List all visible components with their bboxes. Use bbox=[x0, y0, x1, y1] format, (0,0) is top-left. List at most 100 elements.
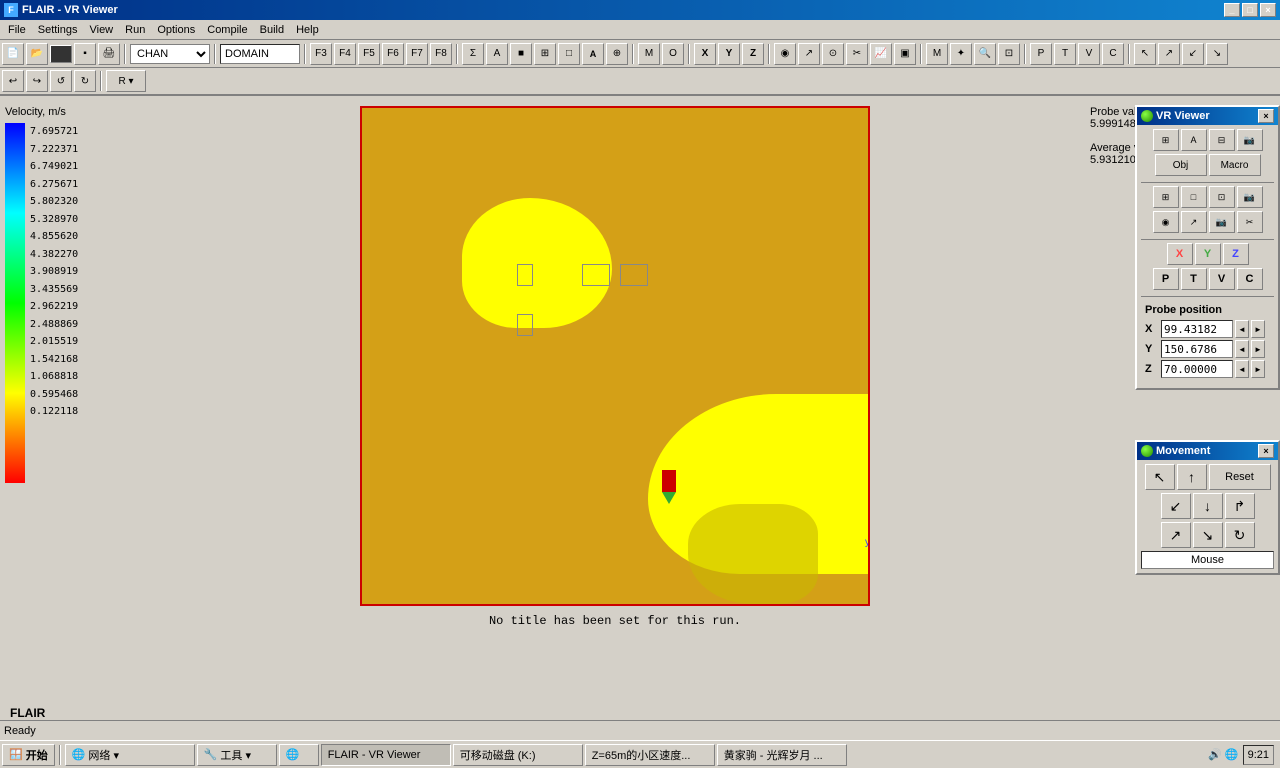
tb-cross[interactable]: ⊕ bbox=[606, 43, 628, 65]
menu-run[interactable]: Run bbox=[119, 22, 151, 38]
mv-ul-btn[interactable]: ↖ bbox=[1145, 464, 1175, 490]
mv-diagr-btn[interactable]: ↘ bbox=[1193, 522, 1223, 548]
menu-view[interactable]: View bbox=[83, 22, 119, 38]
probe-y-input[interactable] bbox=[1161, 340, 1233, 358]
vr-t-btn[interactable]: T bbox=[1181, 268, 1207, 290]
mv-reset-btn[interactable]: Reset bbox=[1209, 464, 1271, 490]
vr-btn-cam2[interactable]: 📷 bbox=[1237, 186, 1263, 208]
vr-btn-sq1[interactable]: ⊞ bbox=[1153, 186, 1179, 208]
window-controls[interactable]: _ □ × bbox=[1224, 3, 1276, 17]
vr-btn-obj[interactable]: Obj bbox=[1155, 154, 1207, 176]
tb-cut[interactable]: ✂ bbox=[846, 43, 868, 65]
menu-compile[interactable]: Compile bbox=[201, 22, 253, 38]
mv-down-btn[interactable]: ↓ bbox=[1193, 493, 1223, 519]
probe-z-inc[interactable]: ► bbox=[1251, 360, 1265, 378]
tb-ur[interactable]: ↗ bbox=[1158, 43, 1180, 65]
tb-dl[interactable]: ↙ bbox=[1182, 43, 1204, 65]
tb-c[interactable]: C bbox=[1102, 43, 1124, 65]
vr-btn-cam3[interactable]: 📷 bbox=[1209, 211, 1235, 233]
tb-z[interactable]: Z bbox=[742, 43, 764, 65]
tb2-rot-cw[interactable]: ↻ bbox=[74, 70, 96, 92]
tb-search[interactable]: 🔍 bbox=[974, 43, 996, 65]
start-button[interactable]: 🪟 开始 bbox=[2, 744, 55, 766]
vr-v-btn[interactable]: V bbox=[1209, 268, 1235, 290]
probe-x-dec[interactable]: ◄ bbox=[1235, 320, 1249, 338]
probe-y-inc[interactable]: ► bbox=[1251, 340, 1265, 358]
tb-circ[interactable]: ⊙ bbox=[822, 43, 844, 65]
probe-z-input[interactable] bbox=[1161, 360, 1233, 378]
tb2-undo[interactable]: ↩ bbox=[2, 70, 24, 92]
vr-btn-minus[interactable]: ⊟ bbox=[1209, 129, 1235, 151]
tb-m2[interactable]: M bbox=[926, 43, 948, 65]
tb-chart[interactable]: 📈 bbox=[870, 43, 892, 65]
tb-f8[interactable]: F8 bbox=[430, 43, 452, 65]
probe-y-dec[interactable]: ◄ bbox=[1235, 340, 1249, 358]
tb-sq2[interactable]: □ bbox=[558, 43, 580, 65]
minimize-button[interactable]: _ bbox=[1224, 3, 1240, 17]
mv-t-btn[interactable]: ↱ bbox=[1225, 493, 1255, 519]
taskbar-tools[interactable]: 🔧 工具 ▾ bbox=[197, 744, 277, 766]
menu-build[interactable]: Build bbox=[254, 22, 290, 38]
vr-x-btn[interactable]: X bbox=[1167, 243, 1193, 265]
mv-rot-btn[interactable]: ↻ bbox=[1225, 522, 1255, 548]
tb-x[interactable]: X bbox=[694, 43, 716, 65]
vr-z-btn[interactable]: Z bbox=[1223, 243, 1249, 265]
menu-settings[interactable]: Settings bbox=[32, 22, 84, 38]
probe-z-dec[interactable]: ◄ bbox=[1235, 360, 1249, 378]
tb-ul[interactable]: ↖ bbox=[1134, 43, 1156, 65]
tb-f3[interactable]: F3 bbox=[310, 43, 332, 65]
tb-new[interactable]: 📄 bbox=[2, 43, 24, 65]
tb-o1[interactable]: O bbox=[662, 43, 684, 65]
taskbar-flair[interactable]: FLAIR - VR Viewer bbox=[321, 744, 451, 766]
close-button[interactable]: × bbox=[1260, 3, 1276, 17]
tb-print[interactable]: 🖨 bbox=[98, 43, 120, 65]
vr-btn-dot[interactable]: ◉ bbox=[1153, 211, 1179, 233]
tb-v[interactable]: V bbox=[1078, 43, 1100, 65]
tb-f6[interactable]: F6 bbox=[382, 43, 404, 65]
tb-open[interactable]: 📂 bbox=[26, 43, 48, 65]
vr-c-btn[interactable]: C bbox=[1237, 268, 1263, 290]
vr-p-btn[interactable]: P bbox=[1153, 268, 1179, 290]
probe-x-input[interactable] bbox=[1161, 320, 1233, 338]
tb-sigma[interactable]: Σ bbox=[462, 43, 484, 65]
vr-y-btn[interactable]: Y bbox=[1195, 243, 1221, 265]
tb-f5[interactable]: F5 bbox=[358, 43, 380, 65]
probe-x-inc[interactable]: ► bbox=[1251, 320, 1265, 338]
mv-left-btn[interactable]: ↙ bbox=[1161, 493, 1191, 519]
tb-t[interactable]: T bbox=[1054, 43, 1076, 65]
tb2-rot-ccw[interactable]: ↺ bbox=[50, 70, 72, 92]
maximize-button[interactable]: □ bbox=[1242, 3, 1258, 17]
tb-p[interactable]: P bbox=[1030, 43, 1052, 65]
vr-btn-macro[interactable]: Macro bbox=[1209, 154, 1261, 176]
chan-select[interactable]: CHAN bbox=[130, 44, 210, 64]
tb-sq1[interactable]: ■ bbox=[510, 43, 532, 65]
menu-help[interactable]: Help bbox=[290, 22, 325, 38]
menu-options[interactable]: Options bbox=[151, 22, 201, 38]
taskbar-music[interactable]: 黄家驹 - 光辉岁月 ... bbox=[717, 744, 847, 766]
taskbar-network[interactable]: 🌐 网络 ▾ bbox=[65, 744, 195, 766]
vr-btn-cut[interactable]: ✂ bbox=[1237, 211, 1263, 233]
tb-sqfill[interactable]: ▣ bbox=[894, 43, 916, 65]
tb-m1[interactable]: M bbox=[638, 43, 660, 65]
tb-f7[interactable]: F7 bbox=[406, 43, 428, 65]
tb2-redo[interactable]: ↪ bbox=[26, 70, 48, 92]
tb-dot[interactable]: ◉ bbox=[774, 43, 796, 65]
menu-file[interactable]: File bbox=[2, 22, 32, 38]
visualization-canvas[interactable]: x y bbox=[360, 106, 870, 606]
tb2-r-drop[interactable]: R ▾ bbox=[106, 70, 146, 92]
movement-close-button[interactable]: × bbox=[1258, 444, 1274, 458]
mv-up-btn[interactable]: ↑ bbox=[1177, 464, 1207, 490]
vr-btn-sq2[interactable]: □ bbox=[1181, 186, 1207, 208]
taskbar-z65[interactable]: Z=65m的小区速度... bbox=[585, 744, 715, 766]
tb-a1[interactable]: A bbox=[486, 43, 508, 65]
tb-dr[interactable]: ↘ bbox=[1206, 43, 1228, 65]
vr-btn-a[interactable]: A bbox=[1181, 129, 1207, 151]
tb-fill[interactable]: ▪ bbox=[74, 43, 96, 65]
tb-f4[interactable]: F4 bbox=[334, 43, 356, 65]
domain-input[interactable] bbox=[220, 44, 300, 64]
mv-diagl-btn[interactable]: ↗ bbox=[1161, 522, 1191, 548]
tb-a2[interactable]: A bbox=[582, 43, 604, 65]
taskbar-internet[interactable]: 🌐 bbox=[279, 744, 319, 766]
tb-grid[interactable]: ⊞ bbox=[534, 43, 556, 65]
vr-btn-grid[interactable]: ⊞ bbox=[1153, 129, 1179, 151]
